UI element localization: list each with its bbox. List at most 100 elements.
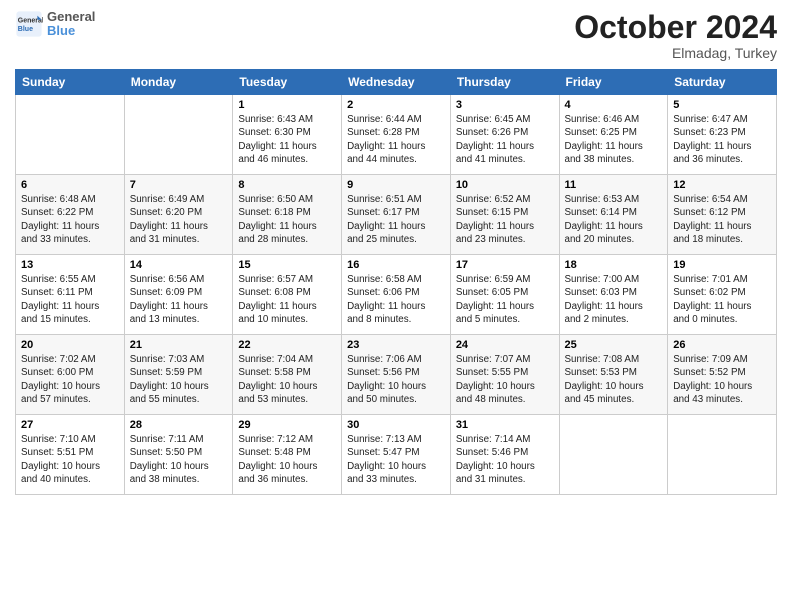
daylight-text-line2: and 40 minutes. bbox=[21, 473, 119, 486]
daylight-text-line2: and 36 minutes. bbox=[673, 153, 771, 166]
sunset-text: Sunset: 5:46 PM bbox=[456, 446, 554, 459]
daylight-text-line1: Daylight: 10 hours bbox=[21, 380, 119, 393]
calendar-cell: 25Sunrise: 7:08 AMSunset: 5:53 PMDayligh… bbox=[559, 335, 668, 415]
daylight-text-line2: and 36 minutes. bbox=[238, 473, 336, 486]
daylight-text-line2: and 38 minutes. bbox=[565, 153, 663, 166]
day-number: 15 bbox=[238, 259, 336, 271]
sunset-text: Sunset: 6:15 PM bbox=[456, 206, 554, 219]
daylight-text-line2: and 41 minutes. bbox=[456, 153, 554, 166]
daylight-text-line2: and 28 minutes. bbox=[238, 233, 336, 246]
day-detail: Sunrise: 7:10 AMSunset: 5:51 PMDaylight:… bbox=[21, 433, 119, 486]
calendar-cell: 3Sunrise: 6:45 AMSunset: 6:26 PMDaylight… bbox=[450, 95, 559, 175]
day-number: 13 bbox=[21, 259, 119, 271]
calendar-cell: 28Sunrise: 7:11 AMSunset: 5:50 PMDayligh… bbox=[124, 415, 233, 495]
sunrise-text: Sunrise: 7:09 AM bbox=[673, 353, 771, 366]
svg-text:Blue: Blue bbox=[18, 26, 33, 33]
daylight-text-line2: and 46 minutes. bbox=[238, 153, 336, 166]
day-detail: Sunrise: 7:00 AMSunset: 6:03 PMDaylight:… bbox=[565, 273, 663, 326]
calendar-cell: 12Sunrise: 6:54 AMSunset: 6:12 PMDayligh… bbox=[668, 175, 777, 255]
sunset-text: Sunset: 6:26 PM bbox=[456, 126, 554, 139]
daylight-text-line1: Daylight: 10 hours bbox=[130, 460, 228, 473]
daylight-text-line2: and 8 minutes. bbox=[347, 313, 445, 326]
logo-icon: General Blue bbox=[15, 10, 43, 38]
day-number: 6 bbox=[21, 179, 119, 191]
calendar-cell: 24Sunrise: 7:07 AMSunset: 5:55 PMDayligh… bbox=[450, 335, 559, 415]
day-number: 9 bbox=[347, 179, 445, 191]
calendar-week-3: 13Sunrise: 6:55 AMSunset: 6:11 PMDayligh… bbox=[16, 255, 777, 335]
calendar-cell: 17Sunrise: 6:59 AMSunset: 6:05 PMDayligh… bbox=[450, 255, 559, 335]
day-detail: Sunrise: 6:47 AMSunset: 6:23 PMDaylight:… bbox=[673, 113, 771, 166]
logo-line1: General bbox=[47, 10, 95, 24]
sunset-text: Sunset: 5:52 PM bbox=[673, 366, 771, 379]
calendar-cell: 27 Sunrise: 7:10 AMSunset: 5:51 PMDayligh… bbox=[16, 415, 125, 495]
daylight-text-line2: and 48 minutes. bbox=[456, 393, 554, 406]
sunrise-text: Sunrise: 7:00 AM bbox=[565, 273, 663, 286]
sunrise-text: Sunrise: 7:12 AM bbox=[238, 433, 336, 446]
day-number: 26 bbox=[673, 339, 771, 351]
sunrise-text: Sunrise: 6:54 AM bbox=[673, 193, 771, 206]
sunrise-text: Sunrise: 7:02 AM bbox=[21, 353, 119, 366]
daylight-text-line2: and 33 minutes. bbox=[347, 473, 445, 486]
day-number: 20 bbox=[21, 339, 119, 351]
calendar-cell: 16Sunrise: 6:58 AMSunset: 6:06 PMDayligh… bbox=[342, 255, 451, 335]
calendar-week-5: 27 Sunrise: 7:10 AMSunset: 5:51 PMDayligh… bbox=[16, 415, 777, 495]
sunset-text: Sunset: 6:28 PM bbox=[347, 126, 445, 139]
sunrise-text: Sunrise: 6:47 AM bbox=[673, 113, 771, 126]
day-detail: Sunrise: 6:51 AMSunset: 6:17 PMDaylight:… bbox=[347, 193, 445, 246]
day-number: 19 bbox=[673, 259, 771, 271]
daylight-text-line1: Daylight: 10 hours bbox=[130, 380, 228, 393]
sunrise-text: Sunrise: 6:49 AM bbox=[130, 193, 228, 206]
daylight-text-line1: Daylight: 11 hours bbox=[238, 140, 336, 153]
day-detail: Sunrise: 6:48 AMSunset: 6:22 PMDaylight:… bbox=[21, 193, 119, 246]
day-detail: Sunrise: 6:54 AMSunset: 6:12 PMDaylight:… bbox=[673, 193, 771, 246]
sunset-text: Sunset: 5:56 PM bbox=[347, 366, 445, 379]
calendar-cell: 29Sunrise: 7:12 AMSunset: 5:48 PMDayligh… bbox=[233, 415, 342, 495]
sunrise-text: Sunrise: 6:48 AM bbox=[21, 193, 119, 206]
calendar-cell bbox=[16, 95, 125, 175]
sunrise-text: Sunrise: 6:51 AM bbox=[347, 193, 445, 206]
sunrise-text: Sunrise: 6:59 AM bbox=[456, 273, 554, 286]
sunrise-text: Sunrise: 7:06 AM bbox=[347, 353, 445, 366]
sunrise-text: Sunrise: 6:58 AM bbox=[347, 273, 445, 286]
calendar-cell: 18Sunrise: 7:00 AMSunset: 6:03 PMDayligh… bbox=[559, 255, 668, 335]
day-detail: Sunrise: 7:14 AMSunset: 5:46 PMDaylight:… bbox=[456, 433, 554, 486]
calendar-week-1: 1Sunrise: 6:43 AMSunset: 6:30 PMDaylight… bbox=[16, 95, 777, 175]
sunrise-text: Sunrise: 6:46 AM bbox=[565, 113, 663, 126]
day-number: 27 bbox=[21, 419, 119, 431]
daylight-text-line1: Daylight: 10 hours bbox=[347, 460, 445, 473]
calendar-cell: 20 Sunrise: 7:02 AMSunset: 6:00 PMDayligh… bbox=[16, 335, 125, 415]
calendar-cell: 23Sunrise: 7:06 AMSunset: 5:56 PMDayligh… bbox=[342, 335, 451, 415]
sunrise-text: Sunrise: 7:04 AM bbox=[238, 353, 336, 366]
sunrise-text: Sunrise: 7:10 AM bbox=[21, 433, 119, 446]
daylight-text-line1: Daylight: 10 hours bbox=[673, 380, 771, 393]
daylight-text-line1: Daylight: 11 hours bbox=[456, 220, 554, 233]
daylight-text-line1: Daylight: 11 hours bbox=[565, 220, 663, 233]
daylight-text-line1: Daylight: 10 hours bbox=[347, 380, 445, 393]
daylight-text-line2: and 5 minutes. bbox=[456, 313, 554, 326]
day-detail: Sunrise: 7:02 AMSunset: 6:00 PMDaylight:… bbox=[21, 353, 119, 406]
sunset-text: Sunset: 5:48 PM bbox=[238, 446, 336, 459]
daylight-text-line2: and 53 minutes. bbox=[238, 393, 336, 406]
daylight-text-line1: Daylight: 10 hours bbox=[456, 380, 554, 393]
day-number: 22 bbox=[238, 339, 336, 351]
title-block: October 2024 Elmadag, Turkey bbox=[574, 10, 777, 61]
calendar-cell: 22Sunrise: 7:04 AMSunset: 5:58 PMDayligh… bbox=[233, 335, 342, 415]
day-detail: Sunrise: 6:44 AMSunset: 6:28 PMDaylight:… bbox=[347, 113, 445, 166]
daylight-text-line1: Daylight: 11 hours bbox=[347, 300, 445, 313]
col-wednesday: Wednesday bbox=[342, 70, 451, 95]
day-detail: Sunrise: 7:09 AMSunset: 5:52 PMDaylight:… bbox=[673, 353, 771, 406]
day-detail: Sunrise: 6:46 AMSunset: 6:25 PMDaylight:… bbox=[565, 113, 663, 166]
calendar-cell: 5Sunrise: 6:47 AMSunset: 6:23 PMDaylight… bbox=[668, 95, 777, 175]
day-detail: Sunrise: 6:49 AMSunset: 6:20 PMDaylight:… bbox=[130, 193, 228, 246]
daylight-text-line1: Daylight: 11 hours bbox=[347, 140, 445, 153]
daylight-text-line1: Daylight: 10 hours bbox=[21, 460, 119, 473]
col-thursday: Thursday bbox=[450, 70, 559, 95]
calendar-cell: 8Sunrise: 6:50 AMSunset: 6:18 PMDaylight… bbox=[233, 175, 342, 255]
sunrise-text: Sunrise: 6:43 AM bbox=[238, 113, 336, 126]
calendar-cell: 4Sunrise: 6:46 AMSunset: 6:25 PMDaylight… bbox=[559, 95, 668, 175]
daylight-text-line2: and 55 minutes. bbox=[130, 393, 228, 406]
daylight-text-line2: and 57 minutes. bbox=[21, 393, 119, 406]
day-detail: Sunrise: 6:52 AMSunset: 6:15 PMDaylight:… bbox=[456, 193, 554, 246]
sunset-text: Sunset: 6:14 PM bbox=[565, 206, 663, 219]
daylight-text-line1: Daylight: 11 hours bbox=[238, 220, 336, 233]
